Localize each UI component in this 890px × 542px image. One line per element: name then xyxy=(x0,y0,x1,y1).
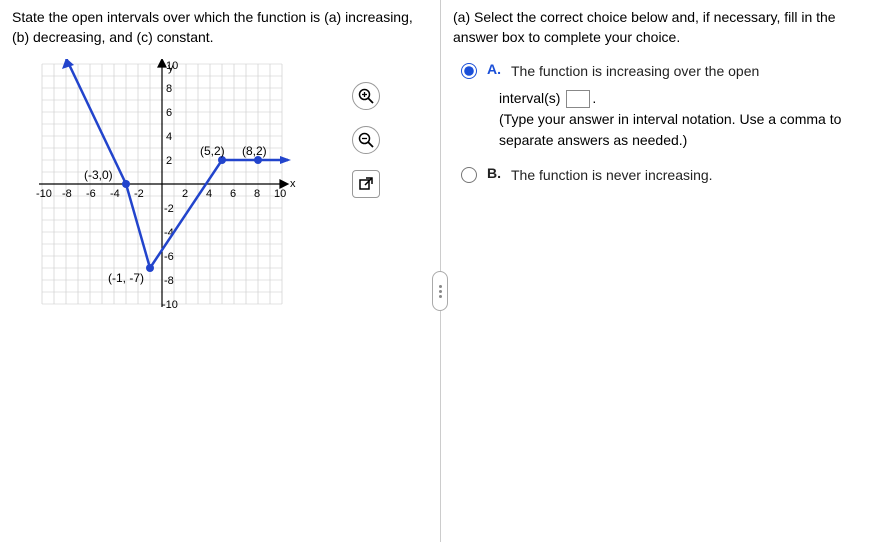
choice-a-period: . xyxy=(592,90,596,106)
panel-divider[interactable] xyxy=(440,0,441,542)
svg-text:2: 2 xyxy=(182,188,188,200)
svg-text:(-1, -7): (-1, -7) xyxy=(108,271,144,285)
zoom-in-icon[interactable] xyxy=(352,82,380,110)
svg-text:-8: -8 xyxy=(62,188,72,200)
open-new-window-icon[interactable] xyxy=(352,170,380,198)
svg-text:-10: -10 xyxy=(162,299,178,311)
svg-text:10: 10 xyxy=(166,60,178,72)
svg-text:(8,2): (8,2) xyxy=(242,144,267,158)
answer-instruction: (a) Select the correct choice below and,… xyxy=(453,8,878,47)
svg-text:-6: -6 xyxy=(86,188,96,200)
svg-text:(5,2): (5,2) xyxy=(200,144,225,158)
svg-text:8: 8 xyxy=(166,83,172,95)
choice-a-hint: (Type your answer in interval notation. … xyxy=(499,111,841,148)
svg-text:-4: -4 xyxy=(110,188,120,200)
svg-text:x: x xyxy=(290,178,296,190)
svg-text:-8: -8 xyxy=(164,275,174,287)
svg-text:(-3,0): (-3,0) xyxy=(84,168,113,182)
choice-b-radio[interactable] xyxy=(461,167,477,183)
question-prompt: State the open intervals over which the … xyxy=(12,8,428,47)
svg-text:-10: -10 xyxy=(36,188,52,200)
choice-b-text: The function is never increasing. xyxy=(511,167,713,183)
svg-text:-2: -2 xyxy=(164,203,174,215)
choice-a-letter: A. xyxy=(487,61,501,77)
choice-a-text-2: interval(s) xyxy=(499,90,560,106)
svg-text:6: 6 xyxy=(166,107,172,119)
choice-b[interactable]: B. The function is never increasing. xyxy=(461,165,878,186)
svg-text:4: 4 xyxy=(166,131,172,143)
choice-a-text-1: The function is increasing over the open xyxy=(511,63,759,79)
svg-text:8: 8 xyxy=(254,188,260,200)
svg-text:-6: -6 xyxy=(164,251,174,263)
interval-answer-box[interactable] xyxy=(566,90,590,108)
choice-a-radio[interactable] xyxy=(461,63,477,79)
choice-a[interactable]: A. The function is increasing over the o… xyxy=(461,61,878,82)
zoom-out-icon[interactable] xyxy=(352,126,380,154)
svg-text:-2: -2 xyxy=(134,188,144,200)
choice-b-letter: B. xyxy=(487,165,501,181)
svg-text:10: 10 xyxy=(274,188,286,200)
svg-text:2: 2 xyxy=(166,155,172,167)
function-graph: y x 10 8 6 4 2 -2 -4 -6 -8 -10 -10 -8 xyxy=(22,59,322,319)
divider-handle-icon[interactable] xyxy=(432,271,448,311)
svg-text:4: 4 xyxy=(206,188,212,200)
svg-text:6: 6 xyxy=(230,188,236,200)
